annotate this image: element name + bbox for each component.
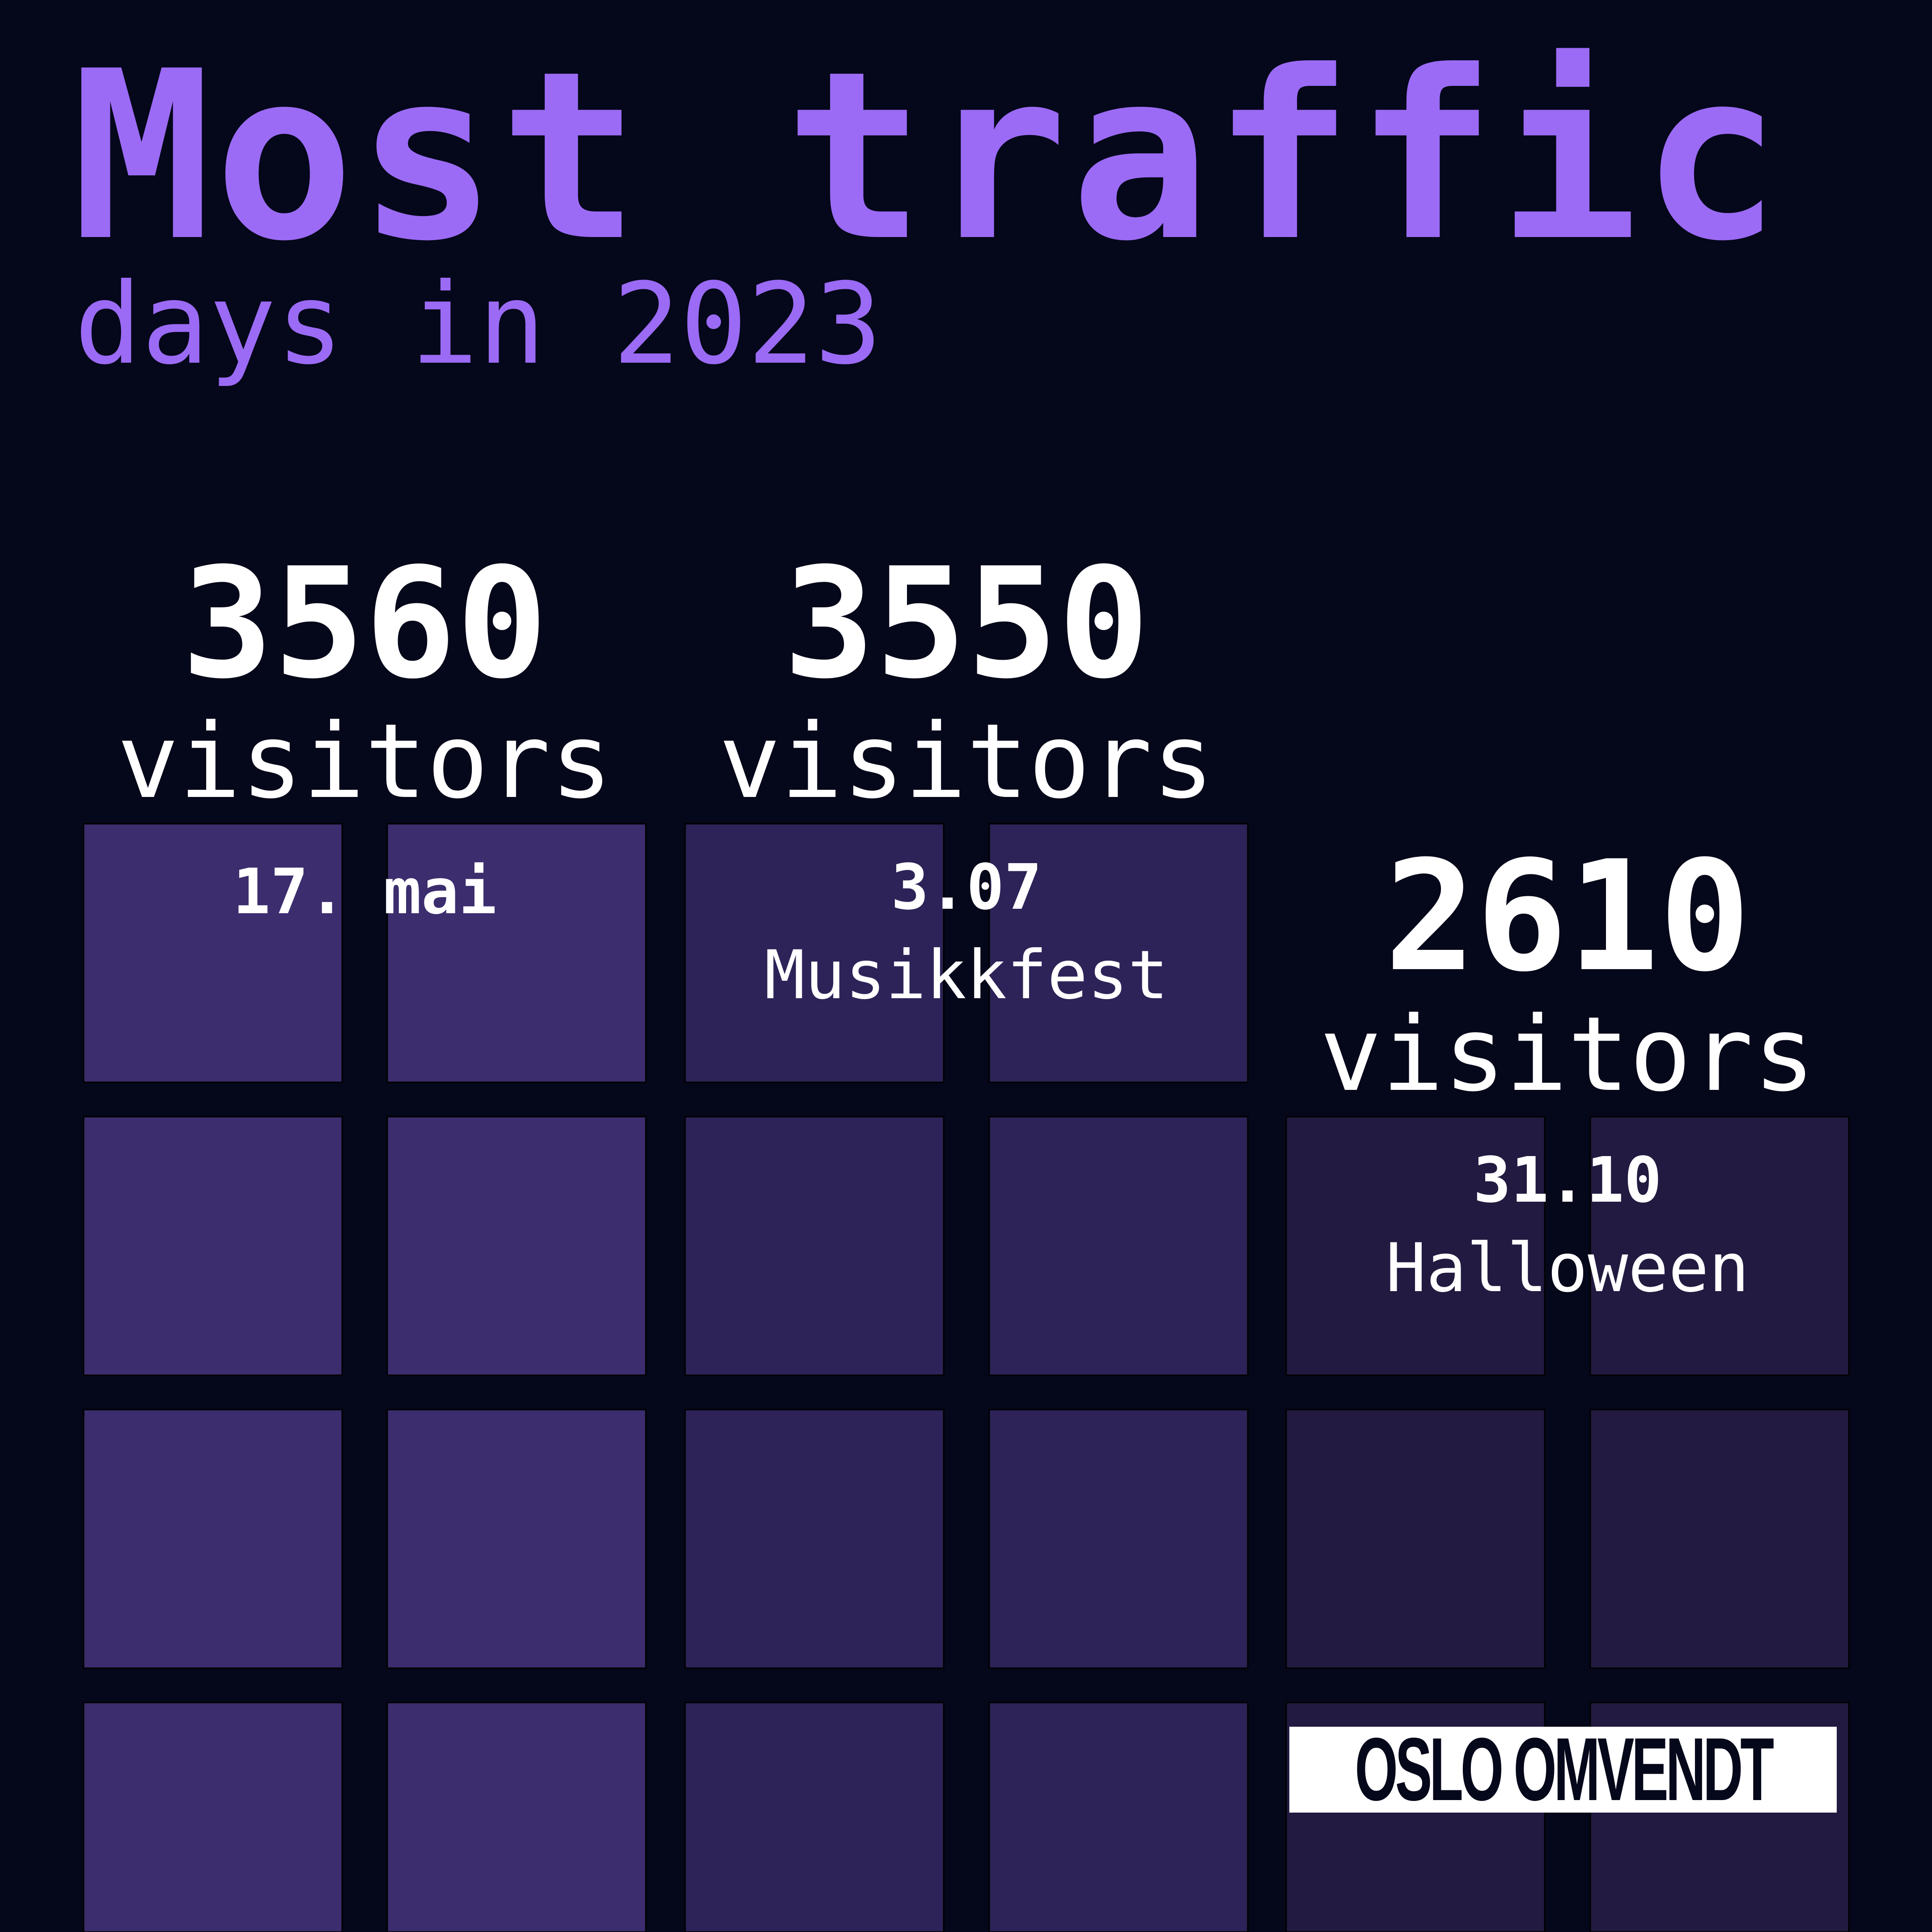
bar-3-cell — [1285, 1409, 1546, 1669]
bar-2-cell — [988, 1409, 1249, 1669]
bar-1-date-label: 17. mai — [233, 856, 496, 928]
bar-2-date-label: 3.07 — [891, 851, 1042, 924]
bar-1-cell — [386, 1409, 647, 1669]
bar-3-date-label: 31.10 — [1473, 1144, 1661, 1217]
bar-3-unit-label: visitors — [1320, 995, 1815, 1114]
bar-2-cell — [684, 1702, 945, 1932]
bar-2-unit-label: visitors — [719, 702, 1214, 822]
oslo-omvendt-logo: OSLO OMVENDT — [1289, 1720, 1837, 1819]
bar-3-cell — [1589, 1409, 1850, 1669]
bar-2-cell — [988, 1116, 1249, 1376]
bar-2-cell — [684, 1116, 945, 1376]
logo-text: OSLO OMVENDT — [1355, 1720, 1774, 1819]
bar-2-cell — [684, 1409, 945, 1669]
bar-1-cell — [386, 1116, 647, 1376]
bar-1-unit-label: visitors — [117, 702, 613, 822]
bar-3-value-label: 2610 — [1385, 828, 1751, 1005]
bar-1-value-label: 3560 — [182, 535, 548, 712]
bar-1-cell — [83, 1116, 343, 1376]
bar-2-event-label: Musikkfest — [764, 936, 1168, 1014]
bar-1-cell — [83, 1702, 343, 1932]
bar-1-cell — [386, 1702, 647, 1932]
infographic-canvas: Most traffic days in 2023 3560 visitors 17… — [0, 0, 1932, 1932]
bar-2-cell — [988, 1702, 1249, 1932]
bar-1-cell — [83, 1409, 343, 1669]
traffic-chart: 3560visitors17. mai3550visitors3.07Musik… — [83, 535, 1850, 1932]
bar-3-event-label: Halloween — [1386, 1229, 1750, 1307]
bar-2-value-label: 3550 — [784, 535, 1150, 712]
